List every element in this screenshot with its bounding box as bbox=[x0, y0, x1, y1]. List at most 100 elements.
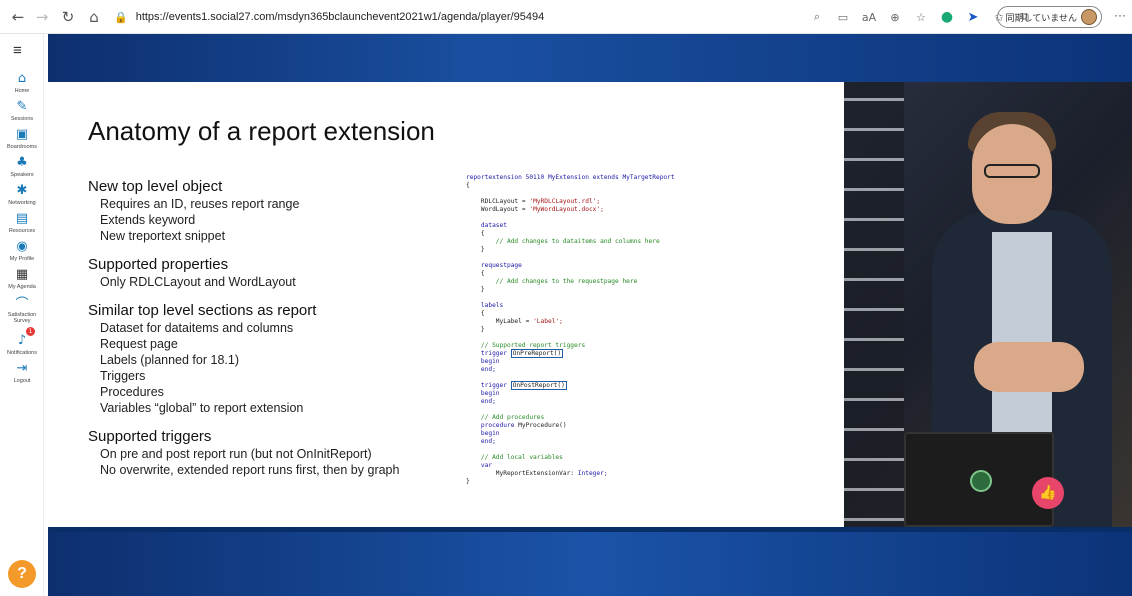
bullet-item: Request page bbox=[100, 337, 178, 351]
code-line: MyReportExtensionVar: bbox=[466, 470, 578, 477]
favorite-add-icon[interactable]: ☆ bbox=[910, 7, 932, 27]
home-icon[interactable]: ⌂ bbox=[84, 7, 104, 27]
notification-badge: 1 bbox=[26, 327, 35, 336]
reader-view-icon[interactable]: ▭ bbox=[832, 7, 854, 27]
code-line: } bbox=[466, 246, 485, 253]
code-comment: // Supported report triggers bbox=[466, 342, 586, 349]
avatar bbox=[1081, 9, 1097, 25]
bullet-item: New treportext snippet bbox=[100, 229, 226, 243]
speaker-icon: ♣ bbox=[16, 154, 28, 170]
hamburger-menu-icon[interactable]: ≡ bbox=[13, 42, 29, 59]
app-sidebar: ≡ ⌂ Home ✎ Sessions ▣ Boardrooms ♣ Speak… bbox=[0, 34, 44, 596]
laptop-logo-icon bbox=[970, 470, 992, 492]
code-comment: // Add changes to the requestpage here bbox=[466, 278, 638, 285]
sidebar-item-boardrooms[interactable]: ▣ Boardrooms bbox=[0, 126, 44, 151]
pencil-icon: ✎ bbox=[16, 98, 28, 114]
bullet-item: Dataset for dataitems and columns bbox=[100, 321, 294, 335]
more-menu-icon[interactable]: ··· bbox=[1114, 8, 1126, 22]
code-highlight-box: OnPostReport() bbox=[510, 381, 567, 390]
code-line: } bbox=[466, 326, 485, 333]
speaker-glasses bbox=[984, 164, 1040, 178]
code-line: begin bbox=[466, 358, 500, 365]
calendar-icon: ▦ bbox=[15, 266, 29, 282]
bullet-heading: Similar top level sections as report bbox=[88, 302, 317, 319]
sidebar-item-notifications[interactable]: ♪ 1 Notifications bbox=[0, 327, 44, 356]
thumbs-up-icon[interactable]: 👍 bbox=[1032, 477, 1064, 509]
code-line: WordLayout = bbox=[466, 206, 530, 213]
code-line: Integer; bbox=[577, 470, 608, 477]
code-line: begin bbox=[466, 390, 500, 397]
extension-green-icon[interactable]: ● bbox=[936, 7, 958, 27]
code-line: var bbox=[466, 462, 493, 469]
code-line: begin bbox=[466, 430, 500, 437]
zoom-icon[interactable]: ⊕ bbox=[884, 7, 906, 27]
speaker-shirt bbox=[992, 232, 1052, 432]
resources-icon: ▤ bbox=[15, 210, 29, 226]
code-line: { bbox=[466, 182, 470, 189]
sidebar-item-sessions[interactable]: ✎ Sessions bbox=[0, 98, 44, 123]
code-string: 'MyRDLCLayout.rdl'; bbox=[529, 198, 601, 205]
bullet-heading: Supported triggers bbox=[88, 428, 212, 445]
sidebar-item-my-profile[interactable]: ◉ My Profile bbox=[0, 238, 44, 263]
lock-icon: 🔒 bbox=[114, 11, 128, 24]
code-string: 'Label'; bbox=[533, 318, 563, 325]
speaker-video bbox=[844, 82, 1132, 527]
bullet-section: Similar top level sections as report Dat… bbox=[88, 302, 448, 416]
video-player[interactable]: Anatomy of a report extension New top le… bbox=[48, 34, 1132, 596]
profile-icon: ◉ bbox=[16, 238, 28, 254]
code-line: { bbox=[466, 230, 485, 237]
sidebar-item-networking[interactable]: ✱ Networking bbox=[0, 182, 44, 207]
bullet-section: Supported properties Only RDLCLayout and… bbox=[88, 256, 448, 290]
code-line: RDLCLayout = bbox=[466, 198, 530, 205]
presentation-slide: Anatomy of a report extension New top le… bbox=[48, 82, 844, 527]
bullet-section: Supported triggers On pre and post repor… bbox=[88, 428, 448, 478]
bullet-heading: New top level object bbox=[88, 178, 223, 195]
sidebar-item-speakers[interactable]: ♣ Speakers bbox=[0, 154, 44, 179]
code-line: { bbox=[466, 310, 485, 317]
forward-arrow-icon[interactable]: → bbox=[32, 7, 52, 27]
slide-bullets: New top level object Requires an ID, reu… bbox=[88, 178, 448, 490]
reload-icon[interactable]: ↻ bbox=[58, 7, 78, 27]
sidebar-item-home[interactable]: ⌂ Home bbox=[0, 70, 44, 95]
home-icon: ⌂ bbox=[17, 70, 27, 86]
code-line: end; bbox=[466, 398, 496, 405]
code-line: trigger bbox=[466, 350, 511, 357]
bullet-section: New top level object Requires an ID, reu… bbox=[88, 178, 448, 244]
code-line: { bbox=[466, 270, 485, 277]
code-line: } bbox=[466, 478, 470, 485]
bullet-item: No overwrite, extended report runs first… bbox=[100, 463, 400, 477]
profile-sync-button[interactable]: 同期していません bbox=[996, 6, 1102, 28]
top-banner bbox=[48, 34, 1132, 82]
bullet-item: On pre and post report run (but not OnIn… bbox=[100, 447, 372, 461]
code-line: dataset bbox=[466, 222, 507, 229]
code-line: trigger bbox=[466, 382, 511, 389]
read-aloud-icon[interactable]: aA bbox=[858, 7, 880, 27]
bullet-item: Only RDLCLayout and WordLayout bbox=[100, 275, 296, 289]
boardroom-icon: ▣ bbox=[15, 126, 29, 142]
help-button[interactable]: ? bbox=[8, 560, 36, 588]
bell-icon: ♪ 1 bbox=[14, 327, 35, 348]
bullet-item: Variables “global” to report extension bbox=[100, 401, 304, 415]
sidebar-item-logout[interactable]: ⇥ Logout bbox=[0, 360, 44, 385]
speaker-hands bbox=[974, 342, 1084, 392]
url-text: https://events1.social27.com/msdyn365bcl… bbox=[135, 11, 545, 23]
sidebar-item-satisfaction-survey[interactable]: ⌒ Satisfaction Survey bbox=[0, 294, 44, 325]
code-comment: // Add changes to dataitems and columns … bbox=[466, 238, 660, 245]
code-line: procedure bbox=[466, 422, 519, 429]
laptop bbox=[904, 432, 1054, 527]
sidebar-item-resources[interactable]: ▤ Resources bbox=[0, 210, 44, 235]
code-line: reportextension 50110 MyExtension extend… bbox=[466, 174, 675, 181]
code-line: labels bbox=[466, 302, 504, 309]
bullet-item: Procedures bbox=[100, 385, 164, 399]
back-arrow-icon[interactable]: ← bbox=[8, 7, 28, 27]
network-icon: ✱ bbox=[16, 182, 28, 198]
logout-icon: ⇥ bbox=[16, 360, 28, 376]
browser-toolbar: ← → ↻ ⌂ 🔒 https://events1.social27.com/m… bbox=[0, 0, 1132, 34]
code-comment: // Add procedures bbox=[466, 414, 545, 421]
search-icon[interactable]: ⌕ bbox=[806, 7, 828, 27]
code-line: MyLabel = bbox=[466, 318, 534, 325]
sidebar-item-my-agenda[interactable]: ▦ My Agenda bbox=[0, 266, 44, 291]
extension-blue-icon[interactable]: ➤ bbox=[962, 7, 984, 27]
code-line: end; bbox=[466, 438, 496, 445]
address-bar[interactable]: 🔒 https://events1.social27.com/msdyn365b… bbox=[108, 6, 798, 28]
